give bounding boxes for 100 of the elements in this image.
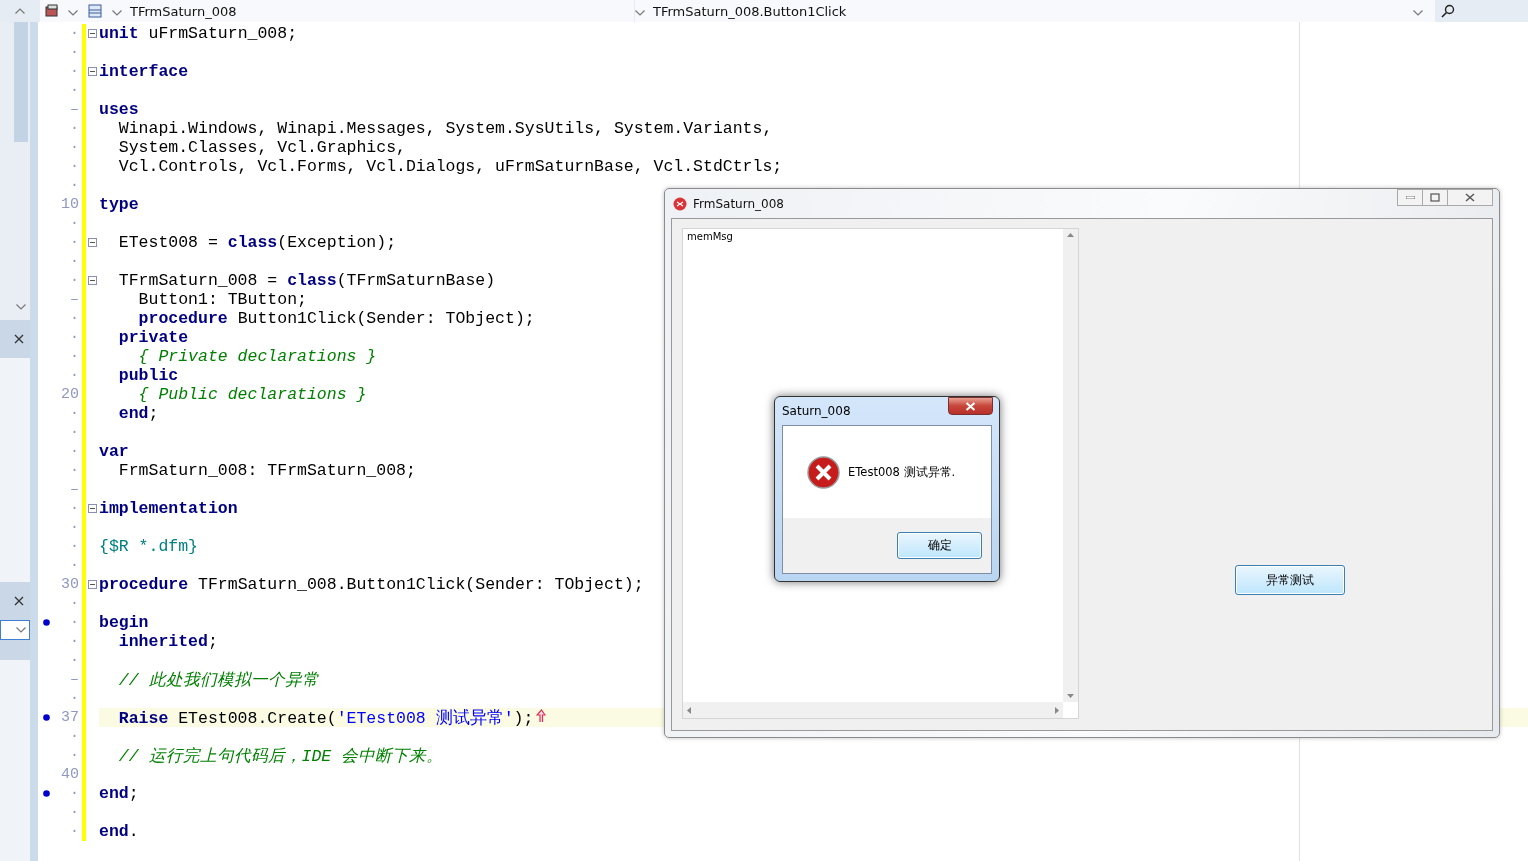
line-number: 10 xyxy=(60,196,79,213)
gutter-mark: · xyxy=(69,595,79,612)
class-icon[interactable] xyxy=(87,3,103,19)
dropdown[interactable] xyxy=(0,620,30,640)
line-number: 37 xyxy=(60,709,79,726)
code-line: private xyxy=(117,328,189,347)
collapse-icon[interactable] xyxy=(88,238,97,247)
gutter-mark: · xyxy=(69,785,79,802)
code-line: Winapi.Windows, Winapi.Messages, System.SysUtils, System.Variants, xyxy=(117,119,773,138)
collapse-icon[interactable] xyxy=(88,29,97,38)
close-button[interactable] xyxy=(948,397,993,415)
gutter-mark: · xyxy=(69,405,79,422)
code-line: { Private declarations } xyxy=(137,347,377,366)
code-line: procedure Button1Click(Sender: TObject); xyxy=(137,309,535,328)
ok-button[interactable]: 确定 xyxy=(897,532,982,559)
code-line: var xyxy=(99,442,129,461)
code-line: { Public declarations } xyxy=(137,385,367,404)
gutter-mark: · xyxy=(69,614,79,631)
code-line: interface xyxy=(99,62,189,81)
gutter-mark: · xyxy=(69,690,79,707)
line-marker-icon[interactable] xyxy=(43,714,50,721)
gutter-mark: · xyxy=(69,253,79,270)
code-line: public xyxy=(117,366,179,385)
code-line: // 此处我们模拟一个异常 xyxy=(117,669,319,691)
gutter-mark: · xyxy=(69,82,79,99)
scroll-up-icon[interactable] xyxy=(1067,233,1074,237)
gutter-mark: · xyxy=(69,728,79,745)
code-line: {$R *.dfm} xyxy=(99,537,199,556)
close-icon xyxy=(965,401,976,411)
close-button[interactable] xyxy=(1447,189,1493,206)
gutter-mark: · xyxy=(69,823,79,840)
code-line: begin xyxy=(99,613,149,632)
code-line: implementation xyxy=(99,499,238,518)
gutter-mark: · xyxy=(69,310,79,327)
line-marker-icon[interactable] xyxy=(43,790,50,797)
dropdown-caret-icon[interactable] xyxy=(1413,9,1423,16)
code-line: inherited; xyxy=(117,632,218,651)
code-line: unit uFrmSaturn_008; xyxy=(99,24,298,43)
collapse-icon[interactable] xyxy=(88,580,97,589)
close-icon[interactable] xyxy=(14,334,24,344)
line-number: 40 xyxy=(60,766,79,783)
close-icon xyxy=(1465,193,1475,202)
code-line: FrmSaturn_008: TFrmSaturn_008; xyxy=(117,461,416,480)
code-line: // 运行完上句代码后，IDE 会中断下来。 xyxy=(117,745,444,767)
code-line: Vcl.Controls, Vcl.Forms, Vcl.Dialogs, uFrmSaturnBase, Vcl.StdCtrls; xyxy=(117,157,783,176)
gutter-mark: · xyxy=(69,329,79,346)
collapse-icon[interactable] xyxy=(88,504,97,513)
gutter-mark: · xyxy=(69,215,79,232)
code-line: end; xyxy=(117,404,159,423)
gutter-mark: · xyxy=(69,557,79,574)
scrollbar-thumb[interactable] xyxy=(14,22,28,142)
dropdown-caret-icon[interactable] xyxy=(112,9,122,16)
code-line: System.Classes, Vcl.Graphics, xyxy=(117,138,406,157)
scroll-left-icon[interactable] xyxy=(687,706,691,714)
gutter-mark: – xyxy=(69,671,79,688)
code-line: type xyxy=(99,195,139,214)
gutter-mark: · xyxy=(69,367,79,384)
close-icon[interactable] xyxy=(14,596,24,606)
code-line: TFrmSaturn_008 = class(TFrmSaturnBase) xyxy=(117,271,496,290)
scroll-right-icon[interactable] xyxy=(1055,706,1059,714)
gutter-mark: · xyxy=(69,443,79,460)
dropdown-caret-icon[interactable] xyxy=(68,9,78,16)
gutter-mark: · xyxy=(69,424,79,441)
gutter-mark: · xyxy=(69,139,79,156)
dropdown-caret-icon[interactable] xyxy=(635,9,645,16)
search-icon[interactable] xyxy=(1441,4,1455,18)
gutter-mark: · xyxy=(69,462,79,479)
gutter-mark: · xyxy=(69,500,79,517)
tab-strip xyxy=(0,640,30,660)
dialog-message: ETest008 测试异常. xyxy=(848,464,956,480)
gutter-mark: – xyxy=(69,481,79,498)
line-marker-icon[interactable] xyxy=(43,619,50,626)
gutter-mark: · xyxy=(69,652,79,669)
arrow-icon xyxy=(536,708,547,723)
gutter-mark: · xyxy=(69,63,79,80)
class-combo[interactable]: TFrmSaturn_008 xyxy=(130,3,237,19)
code-line: end. xyxy=(99,822,139,841)
code-line: procedure TFrmSaturn_008.Button1Click(Sender: TObject); xyxy=(99,575,644,594)
maximize-button[interactable] xyxy=(1422,189,1448,206)
app-icon xyxy=(673,196,687,211)
maximize-icon xyxy=(1430,193,1440,202)
unit-icon[interactable] xyxy=(44,3,60,19)
window-title: FrmSaturn_008 xyxy=(693,196,784,211)
gutter-mark: · xyxy=(69,158,79,175)
gutter-mark: · xyxy=(69,272,79,289)
code-line: Raise ETest008.Create('ETest008 测试异常'); xyxy=(117,707,534,729)
line-number: 30 xyxy=(60,576,79,593)
gutter-mark: · xyxy=(69,234,79,251)
gutter-mark: · xyxy=(69,538,79,555)
code-line: ETest008 = class(Exception); xyxy=(117,233,397,252)
collapse-icon[interactable] xyxy=(88,67,97,76)
scroll-up-icon[interactable] xyxy=(15,8,25,14)
scroll-down-icon[interactable] xyxy=(1067,694,1074,698)
code-line: Button1: TButton; xyxy=(137,290,307,309)
scroll-down-icon[interactable] xyxy=(16,304,26,310)
dropdown-caret-icon[interactable] xyxy=(16,627,26,633)
line-number: 20 xyxy=(60,386,79,403)
gutter-mark: · xyxy=(69,44,79,61)
collapse-icon[interactable] xyxy=(88,276,97,285)
test-exception-button[interactable]: 异常测试 xyxy=(1235,565,1345,595)
